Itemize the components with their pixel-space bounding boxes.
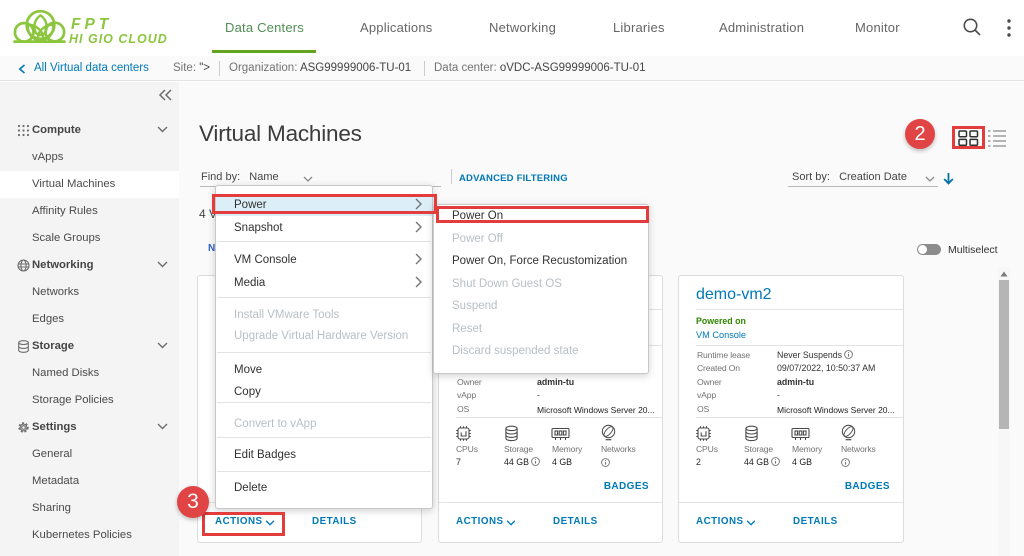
svg-text:FPT: FPT <box>71 16 112 33</box>
svg-text:HI GIO CLOUD: HI GIO CLOUD <box>69 32 168 46</box>
